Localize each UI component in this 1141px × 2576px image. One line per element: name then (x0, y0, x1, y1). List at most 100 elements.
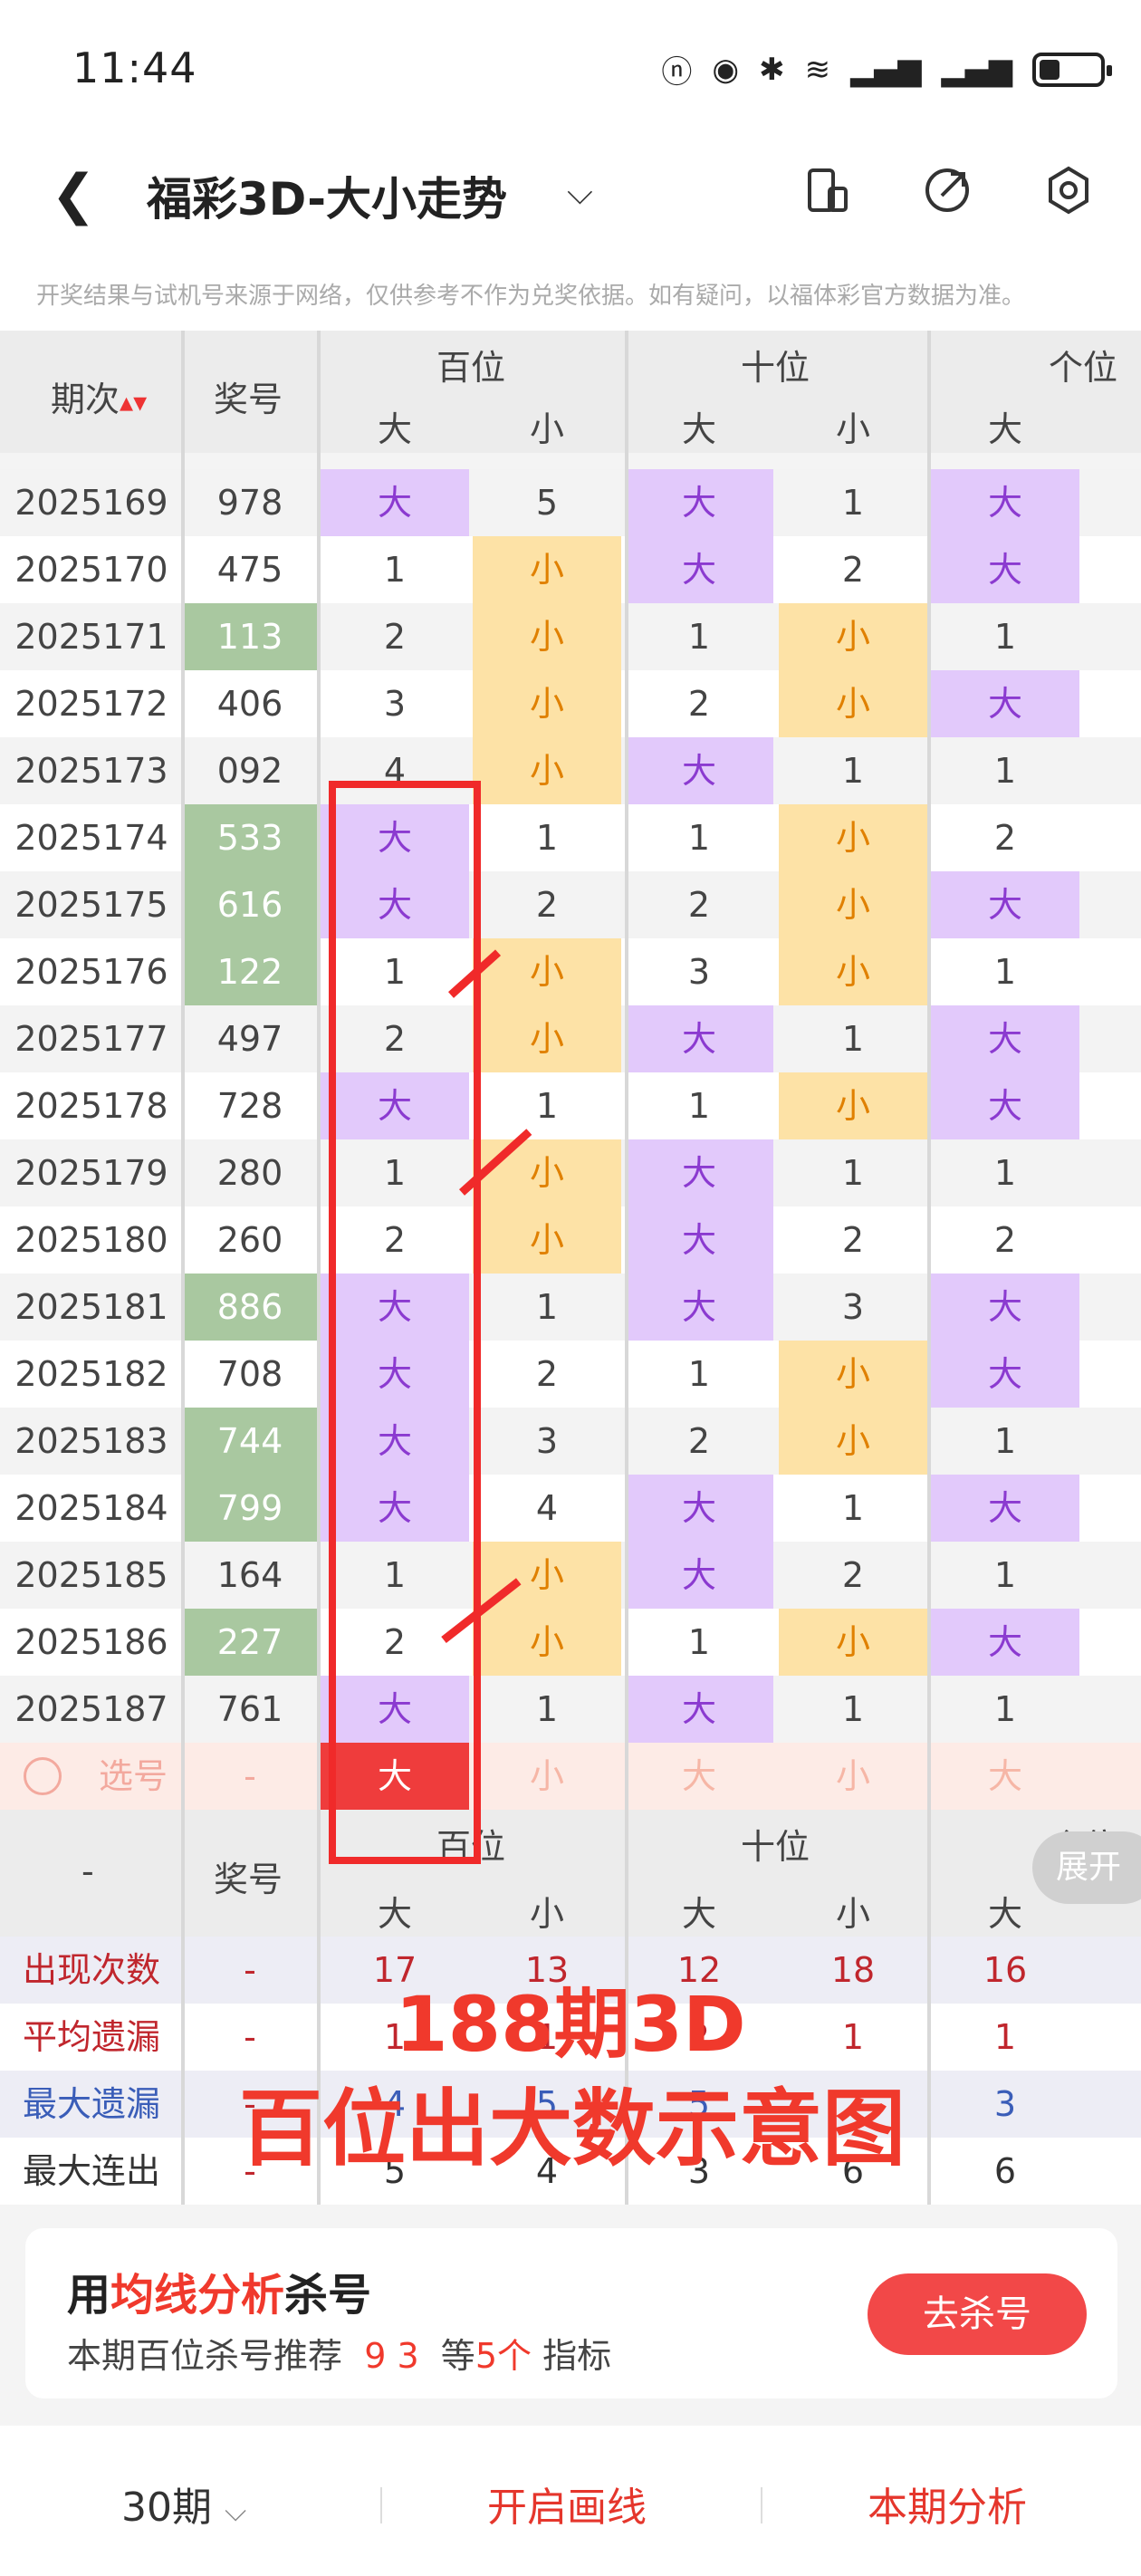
trend-cell: 4 (535, 1488, 559, 1528)
trend-cell: 大 (625, 737, 773, 804)
card-sub-mid: 等 (440, 2336, 475, 2376)
trend-cell: 小 (779, 871, 927, 938)
issue-cell: 2025182 (14, 1354, 168, 1394)
trend-cell: 1 (841, 1689, 865, 1729)
bluetooth-icon: ✱ (759, 51, 785, 88)
issue-cell: 2025183 (14, 1421, 168, 1461)
issue-cell: 2025186 (14, 1622, 168, 1662)
annotation-title: 188期3D (395, 1980, 746, 2069)
stat-value: 3 (993, 2084, 1017, 2124)
table-row[interactable]: 2025181 886 大 1 大 3 大 (0, 1274, 1141, 1341)
number-cell: 406 (216, 684, 283, 724)
issue-cell: 2025173 (14, 751, 168, 791)
trend-cell: 2 (993, 1220, 1017, 1260)
table-row[interactable]: 2025172 406 3 小 2 小大 (0, 670, 1141, 737)
number-cell: 497 (216, 1019, 283, 1059)
back-icon[interactable]: ❮ (51, 163, 96, 226)
table-row[interactable]: 2025177 497 2 小大 1 大 (0, 1005, 1141, 1072)
table-row[interactable]: 2025187 761 大 1 大 1 1 (0, 1676, 1141, 1743)
trend-cell: 1 (535, 1086, 559, 1126)
table-row[interactable]: 2025174 533 大 1 1 小 2 (0, 804, 1141, 871)
table-row[interactable]: 2025175 616 大 2 2 小大 (0, 871, 1141, 938)
share-icon[interactable] (922, 165, 973, 216)
group-header-tens: 十位 (741, 348, 810, 388)
table-row[interactable]: 2025179 280 1 小大 1 1 (0, 1139, 1141, 1206)
footer-number-header: 奖号 (214, 1860, 283, 1899)
trend-cell: 1 (535, 818, 559, 858)
trend-cell: 小 (473, 1005, 621, 1072)
stat-number: - (244, 1950, 256, 1990)
table-row[interactable]: 2025185 164 1 小大 2 1 (0, 1542, 1141, 1609)
trend-cell: 2 (993, 818, 1017, 858)
column-divider (625, 331, 628, 2205)
highlight-box (329, 781, 481, 1864)
kill-number-card: 用均线分析杀号 本期百位杀号推荐 9 3 等5个 指标 去杀号 (25, 2228, 1117, 2398)
footer-subheader: 小 (529, 1894, 564, 1934)
trend-cell: 小 (473, 603, 621, 670)
trend-cell: 5 (535, 483, 559, 523)
stat-label: 最大遗漏 (22, 2084, 160, 2124)
select-label[interactable]: 选号 (83, 1743, 183, 1810)
chevron-down-icon[interactable]: ⌵ (567, 172, 593, 213)
subheader-small: 小 (529, 409, 564, 449)
issue-header[interactable]: 期次▴▾ (51, 371, 147, 421)
issue-header-label: 期次 (51, 380, 120, 419)
page-title[interactable]: 福彩3D-大小走势 (147, 163, 507, 228)
table-row[interactable]: 2025178 728 大 1 1 小大 (0, 1072, 1141, 1139)
stat-number: - (244, 2017, 256, 2057)
settings-icon[interactable] (1043, 165, 1094, 216)
sort-icon[interactable]: ▴▾ (120, 387, 147, 418)
number-header: 奖号 (214, 380, 283, 419)
number-cell: 708 (216, 1354, 283, 1394)
trend-cell: 大 (931, 1274, 1079, 1341)
select-row[interactable]: 选号 - 大小大小大 (0, 1743, 1141, 1810)
table-row[interactable]: 2025171 113 2 小 1 小 1 (0, 603, 1141, 670)
column-divider (181, 331, 185, 2205)
table-row[interactable]: 2025173 092 4 小大 1 1 (0, 737, 1141, 804)
issue-cell: 2025169 (14, 483, 168, 523)
table-row[interactable]: 2025182 708 大 2 1 小大 (0, 1341, 1141, 1408)
trend-cell: 2 (841, 550, 865, 590)
table-row[interactable]: 2025184 799 大 4 大 1 大 (0, 1475, 1141, 1542)
period-selector[interactable]: 30期 ⌵ (121, 2475, 246, 2533)
number-cell: 616 (183, 871, 317, 938)
phone-icon[interactable] (802, 165, 853, 216)
trend-cell: 小 (779, 1408, 927, 1475)
select-option[interactable]: 大 (625, 1743, 773, 1810)
issue-cell: 2025185 (14, 1555, 168, 1595)
analysis-button[interactable]: 本期分析 (868, 2475, 1027, 2533)
table-row[interactable]: 2025180 260 2 小大 2 2 (0, 1206, 1141, 1274)
trend-cell: 小 (473, 670, 621, 737)
column-divider (927, 331, 931, 2205)
table-row[interactable]: 2025169 978 大 5 大 1 大 (0, 469, 1141, 536)
column-divider (317, 331, 321, 2205)
trend-cell: 1 (841, 1153, 865, 1193)
table-row[interactable]: 2025176 122 1 小 3 小 1 (0, 938, 1141, 1005)
disclaimer: 开奖结果与试机号来源于网络，仅供参考不作为兑奖依据。如有疑问，以福体彩官方数据为… (0, 245, 1141, 331)
trend-cell: 小 (779, 804, 927, 871)
select-option[interactable]: 大 (931, 1743, 1079, 1810)
expand-button[interactable]: 展开 (1032, 1831, 1141, 1904)
trend-cell: 1 (993, 1555, 1017, 1595)
table-row[interactable]: 2025170 475 1 小大 2 大 (0, 536, 1141, 603)
table-row[interactable]: 2025183 744 大 3 2 小 1 (0, 1408, 1141, 1475)
trend-cell: 大 (931, 1072, 1079, 1139)
trend-cell: 2 (841, 1220, 865, 1260)
table-row[interactable]: 2025186 227 2 小 1 小大 (0, 1609, 1141, 1676)
trend-cell: 1 (993, 952, 1017, 992)
card-title-suffix: 杀号 (284, 2270, 372, 2321)
draw-line-button[interactable]: 开启画线 (487, 2475, 647, 2533)
select-circle-icon[interactable] (24, 1757, 62, 1795)
nfc-icon: ⓝ (661, 54, 693, 91)
group-header-hundreds: 百位 (436, 348, 506, 388)
kill-number-button[interactable]: 去杀号 (868, 2273, 1087, 2355)
select-option[interactable]: 小 (779, 1743, 927, 1810)
issue-cell: 2025176 (14, 952, 168, 992)
trend-cell: 大 (321, 469, 469, 536)
number-cell: 761 (216, 1689, 283, 1729)
select-option[interactable]: 小 (473, 1743, 621, 1810)
trend-cell: 1 (841, 1488, 865, 1528)
trend-cell: 小 (473, 1609, 621, 1676)
trend-cell: 小 (473, 1206, 621, 1274)
number-cell: 227 (183, 1609, 317, 1676)
